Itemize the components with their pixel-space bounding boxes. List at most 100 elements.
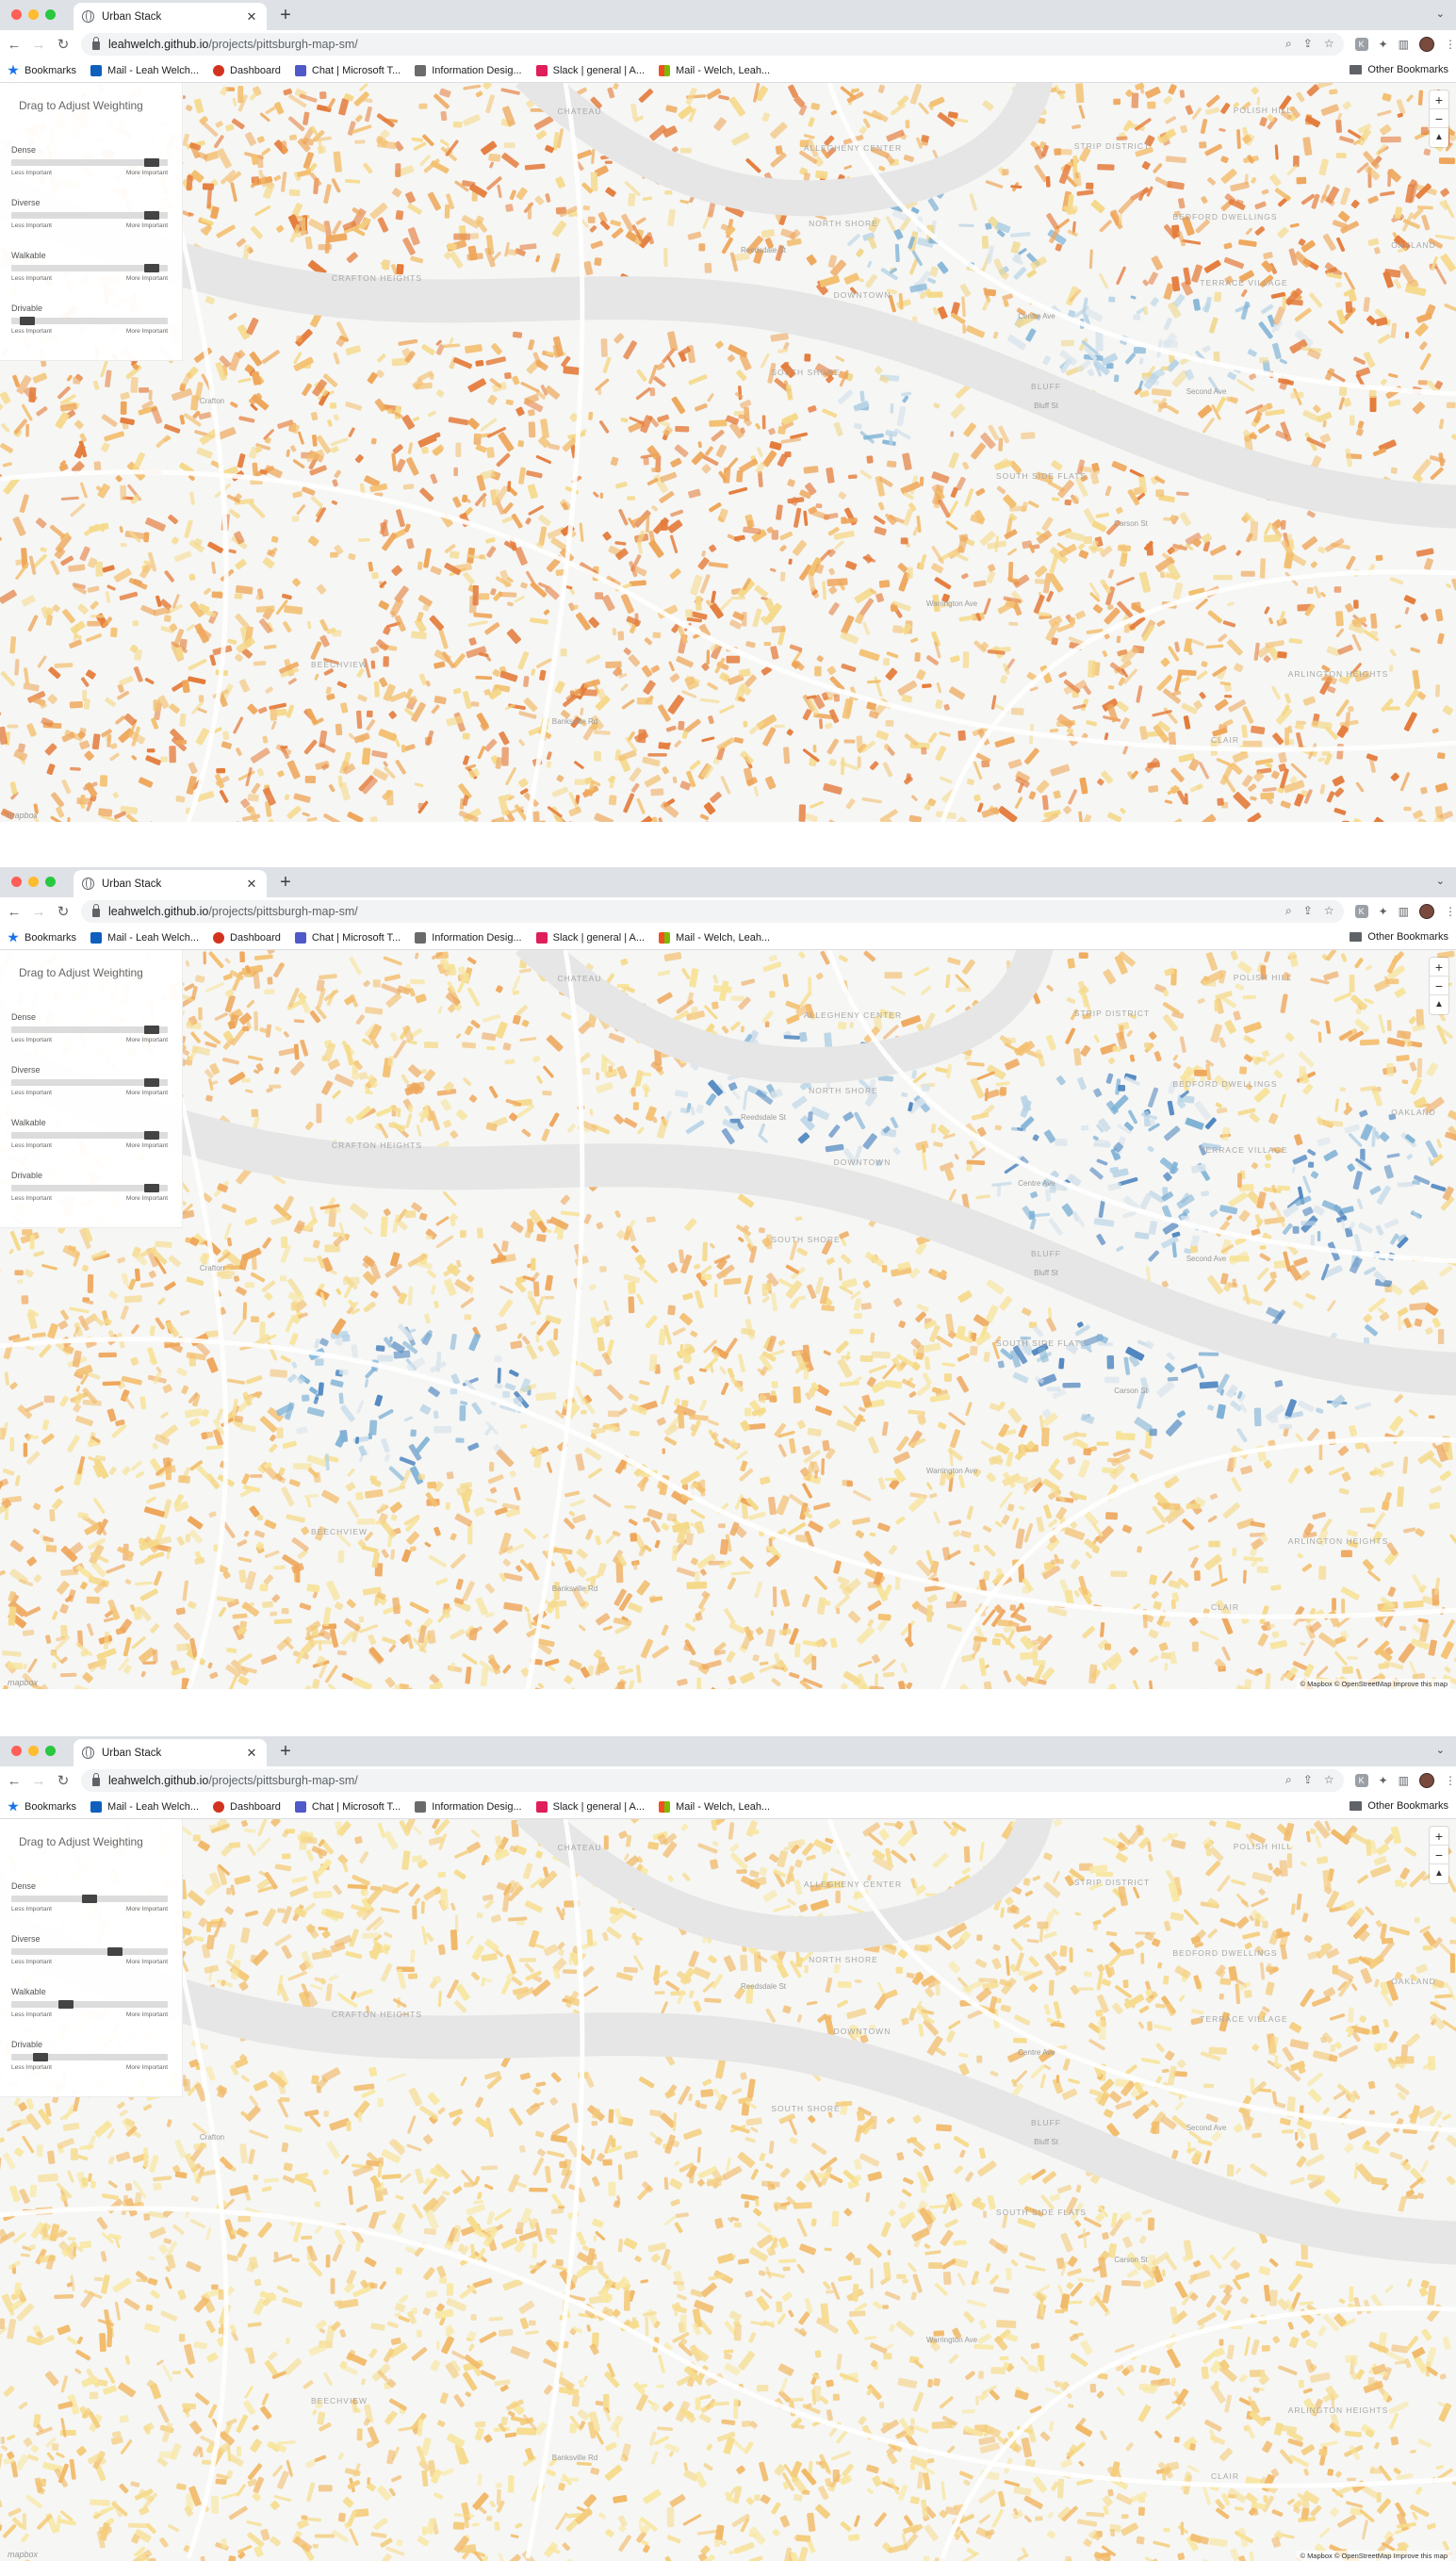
parcel (958, 223, 974, 228)
map-attribution[interactable] (1445, 820, 1450, 822)
slider-track[interactable] (11, 264, 168, 272)
parcel (1106, 1354, 1115, 1370)
browser-tab[interactable]: Urban Stack ✕ (74, 3, 267, 30)
bookmark-item[interactable]: Mail - Welch, Leah... (659, 931, 770, 944)
compass-icon[interactable]: ▲ (1430, 128, 1448, 147)
extension-k-icon[interactable]: K (1354, 38, 1368, 51)
reload-button[interactable]: ↻ (53, 36, 74, 53)
back-button[interactable]: ← (4, 37, 25, 53)
minimize-window-icon[interactable] (28, 9, 39, 20)
slider-track[interactable] (11, 211, 168, 220)
url-host: leahwelch.github.io (108, 905, 209, 918)
profile-avatar[interactable] (1419, 904, 1435, 919)
side-panel-icon[interactable]: ▥ (1399, 905, 1409, 918)
slider-track[interactable] (11, 317, 168, 325)
profile-avatar[interactable] (1419, 37, 1435, 52)
mapbox-logo[interactable]: mapbox (8, 811, 38, 820)
parcel (991, 1637, 1001, 1646)
bookmark-item[interactable]: Dashboard (213, 64, 281, 76)
other-bookmarks[interactable]: Other Bookmarks (1350, 64, 1448, 75)
map-canvas[interactable]: CHATEAU ALLEGHENY CENTER NORTH SHORE DOWNTO… (0, 950, 1456, 1689)
menu-kebab-icon[interactable]: ⋮ (1445, 38, 1456, 51)
teams-icon (294, 64, 306, 76)
share-icon[interactable]: ⇪ (1303, 37, 1313, 51)
parcel (629, 1430, 640, 1436)
address-bar[interactable]: leahwelch.github.io/projects/pittsburgh-… (81, 900, 1344, 923)
slider-min-label: Less Important (11, 222, 52, 229)
map-canvas[interactable]: CHATEAU ALLEGHENY CENTER NORTH SHORE DOWNTO… (0, 83, 1456, 822)
slider-handle[interactable] (144, 158, 159, 167)
bookmark-item[interactable]: Chat | Microsoft T... (294, 64, 401, 76)
slider-track[interactable] (11, 158, 168, 167)
bookmark-item[interactable]: Bookmarks (8, 931, 76, 944)
parcel (1155, 489, 1165, 498)
bookmark-item[interactable]: Information Desig... (415, 931, 522, 944)
close-tab-icon[interactable]: ✕ (245, 877, 258, 892)
zoom-icon[interactable]: ⌕ (1285, 904, 1292, 918)
forward-button[interactable]: → (28, 904, 49, 920)
forward-button[interactable]: → (28, 37, 49, 53)
parcel (962, 324, 966, 334)
maximize-window-icon[interactable] (45, 877, 56, 887)
side-panel-icon[interactable]: ▥ (1399, 38, 1409, 51)
parcel (675, 425, 690, 433)
parcel (110, 627, 118, 637)
slider-max-label: More Important (125, 222, 168, 229)
maximize-window-icon[interactable] (45, 9, 56, 20)
minimize-window-icon[interactable] (28, 877, 39, 887)
parcel (1199, 141, 1207, 149)
extensions-puzzle-icon[interactable]: ✦ (1379, 905, 1388, 918)
bookmark-item[interactable]: Dashboard (213, 931, 281, 944)
close-window-icon[interactable] (11, 9, 22, 20)
parcel (1284, 727, 1289, 746)
bookmark-star-icon[interactable]: ☆ (1324, 904, 1334, 918)
parcel (132, 620, 139, 627)
parcel (251, 1316, 260, 1323)
parcel (747, 519, 753, 529)
bookmark-star-icon[interactable]: ☆ (1324, 37, 1334, 51)
map-layer: CHATEAUALLEGHENY CENTERNORTH SHOREDOWNTO… (0, 950, 1456, 1689)
close-window-icon[interactable] (11, 877, 22, 887)
parcel (780, 571, 786, 582)
parcel (1256, 96, 1261, 106)
bookmark-item[interactable]: Mail - Leah Welch... (90, 64, 199, 76)
bookmark-item[interactable]: Slack | general | A... (535, 64, 645, 76)
bookmark-item[interactable]: Mail - Leah Welch... (90, 931, 199, 944)
lock-icon[interactable] (92, 904, 100, 917)
menu-kebab-icon[interactable]: ⋮ (1445, 905, 1456, 918)
map-place-label: ALLEGHENY CENTER (804, 143, 902, 153)
share-icon[interactable]: ⇪ (1303, 904, 1313, 918)
new-tab-button[interactable]: + (275, 5, 296, 25)
tab-search-icon[interactable]: ⌄ (1436, 875, 1445, 887)
zoom-out-button[interactable]: − (1430, 109, 1448, 128)
zoom-in-button[interactable]: + (1430, 90, 1448, 109)
extensions-puzzle-icon[interactable]: ✦ (1379, 38, 1388, 51)
new-tab-button[interactable]: + (275, 872, 296, 893)
reload-button[interactable]: ↻ (53, 903, 74, 920)
parcel (1242, 994, 1256, 1000)
slider-handle[interactable] (144, 264, 159, 272)
parcel (1028, 1210, 1036, 1220)
parcel (890, 604, 898, 613)
bookmark-item[interactable]: Slack | general | A... (535, 931, 645, 944)
slider-handle[interactable] (20, 317, 35, 325)
bookmark-label: Information Desig... (432, 931, 522, 944)
close-tab-icon[interactable]: ✕ (245, 9, 258, 25)
browser-tab[interactable]: Urban Stack ✕ (74, 870, 267, 897)
extension-k-icon[interactable]: K (1354, 905, 1368, 918)
bookmark-item[interactable]: Information Desig... (415, 64, 522, 76)
lock-icon[interactable] (92, 37, 100, 50)
slider-scale: Less Important More Important (11, 328, 168, 335)
map-place-label: BEDFORD DWELLINGS (1173, 212, 1278, 222)
zoom-icon[interactable]: ⌕ (1285, 37, 1292, 51)
back-button[interactable]: ← (4, 904, 25, 920)
bookmark-item[interactable]: Mail - Welch, Leah... (659, 64, 770, 76)
parcel (1355, 1442, 1366, 1450)
tab-search-icon[interactable]: ⌄ (1436, 8, 1445, 20)
bookmark-item[interactable]: Bookmarks (8, 64, 76, 76)
other-bookmarks[interactable]: Other Bookmarks (1350, 931, 1448, 943)
parcel (488, 153, 501, 162)
address-bar[interactable]: leahwelch.github.io/projects/pittsburgh-… (81, 33, 1344, 56)
slider-handle[interactable] (144, 211, 159, 220)
bookmark-item[interactable]: Chat | Microsoft T... (294, 931, 401, 944)
